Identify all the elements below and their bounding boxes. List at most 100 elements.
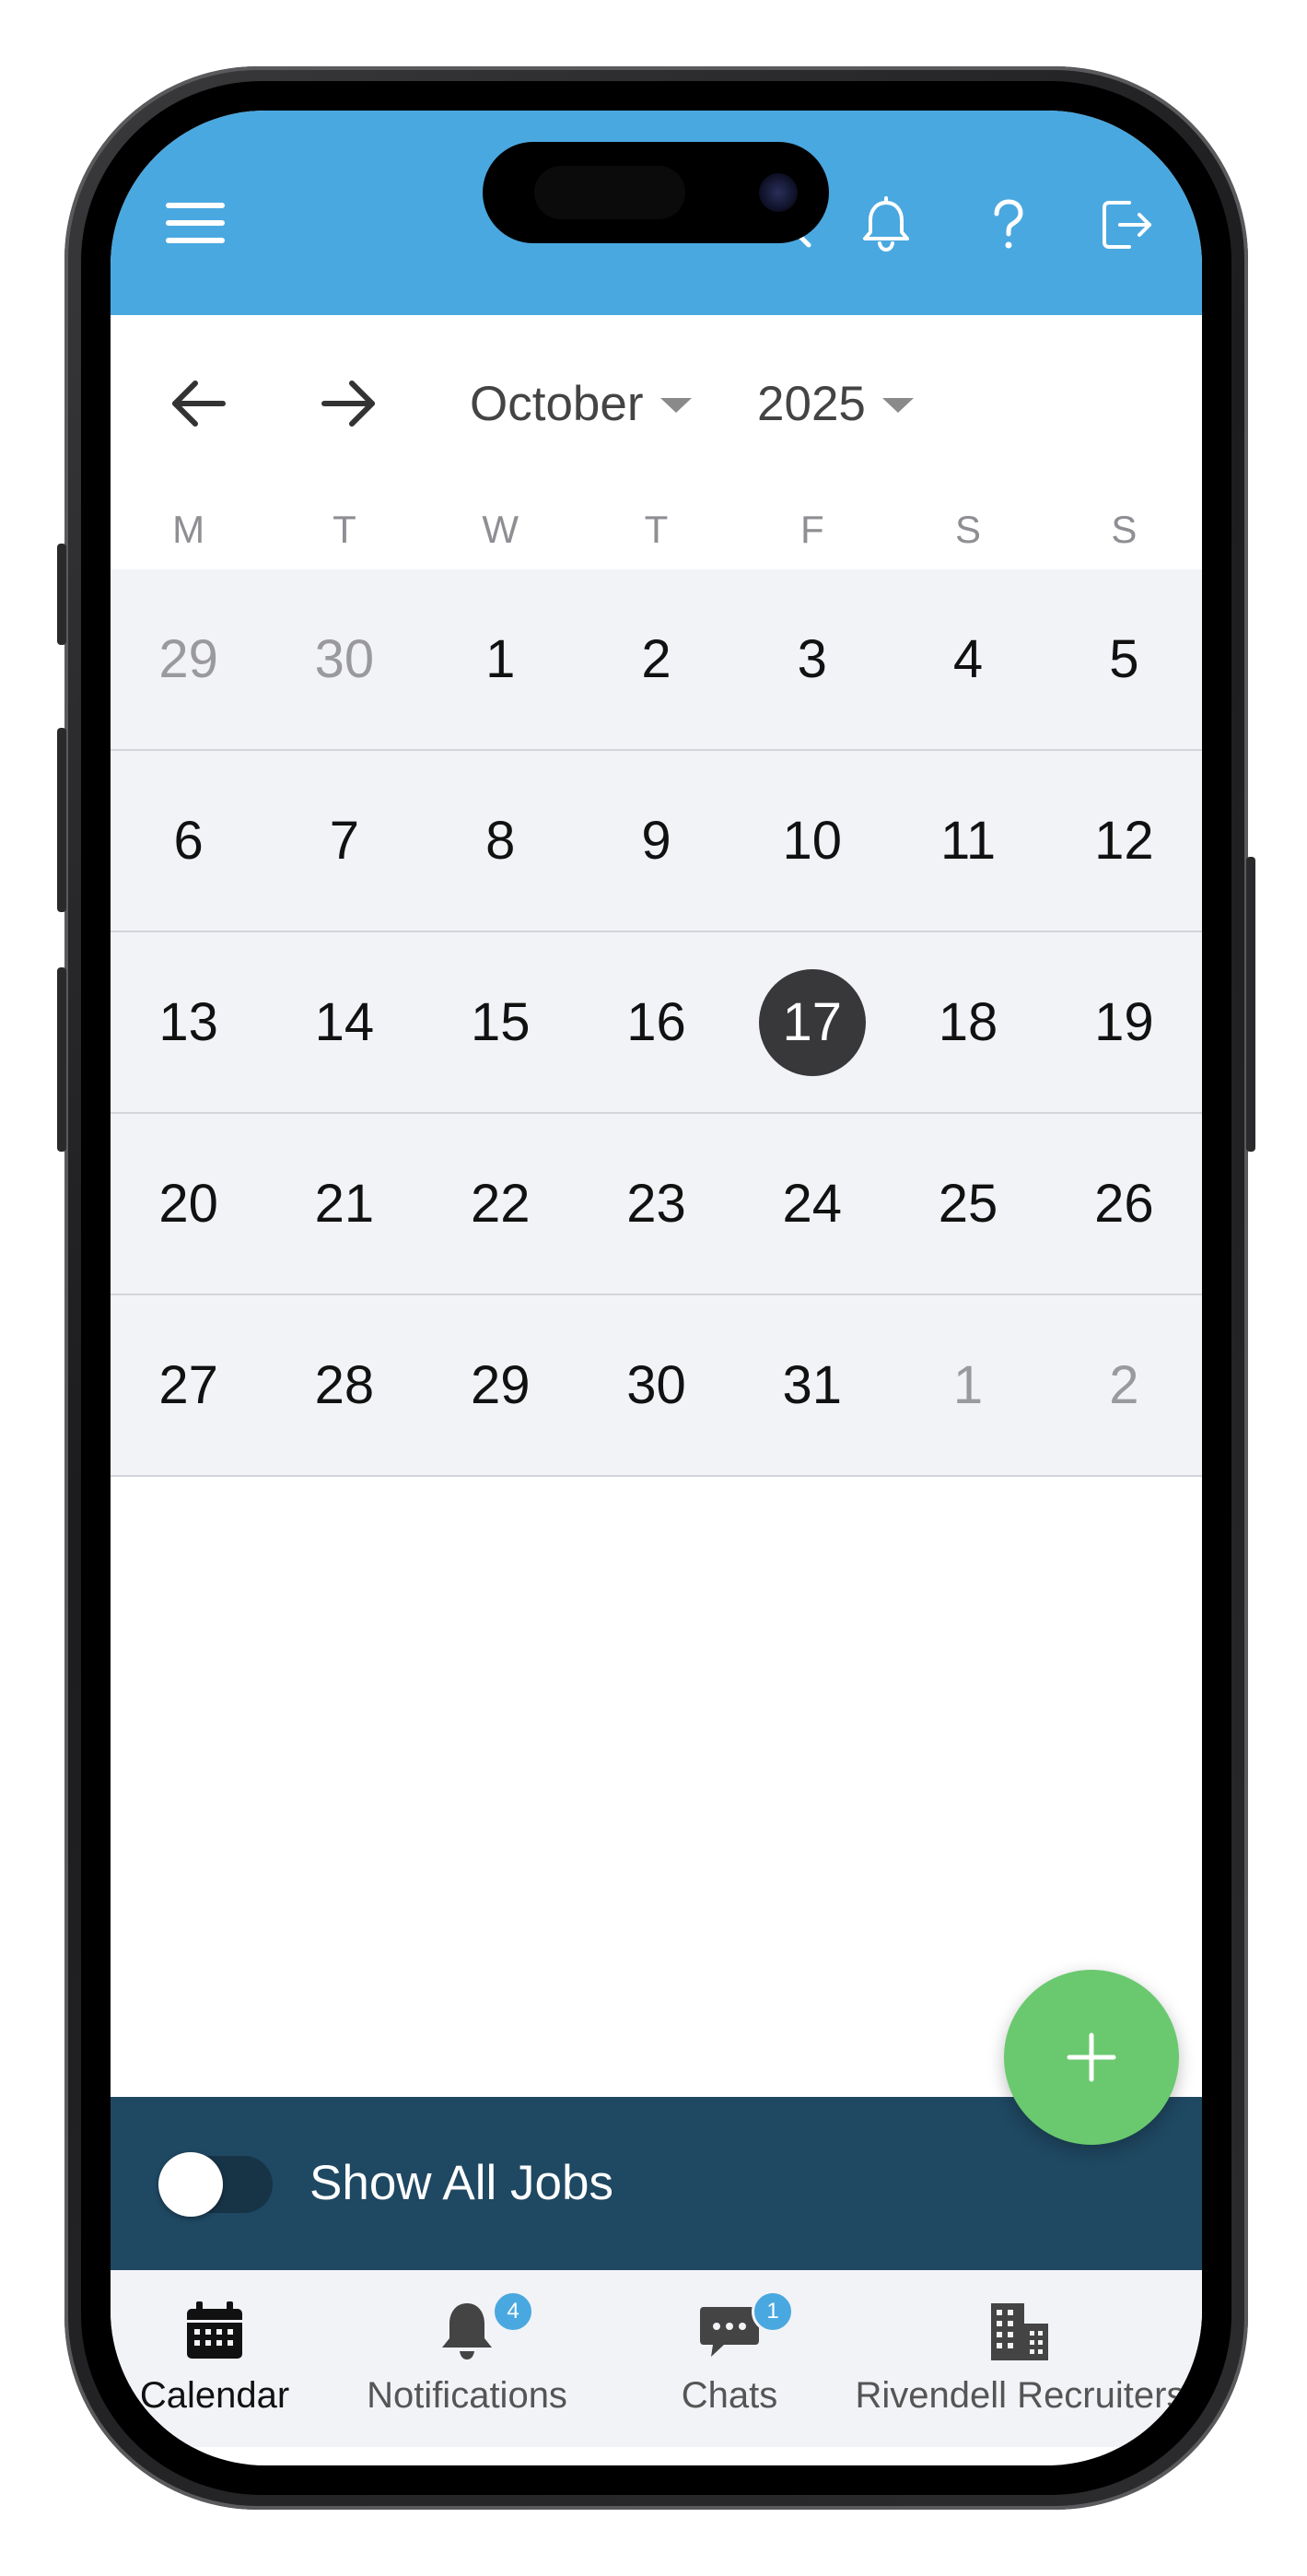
calendar-day[interactable]: 29 — [423, 1295, 578, 1475]
month-navigation: October 2025 — [111, 315, 1202, 490]
bell-icon — [442, 2303, 492, 2359]
day-number: 5 — [1109, 629, 1139, 689]
bell-icon[interactable] — [857, 195, 916, 254]
calendar-week-row: 6 7 8 9 10 11 12 — [111, 751, 1202, 932]
day-number: 1 — [485, 629, 516, 689]
app-header — [111, 111, 1202, 315]
day-number: 3 — [797, 629, 827, 689]
calendar-day[interactable]: 4 — [890, 569, 1045, 749]
day-number: 4 — [952, 629, 984, 689]
month-dropdown[interactable]: October — [470, 372, 692, 435]
tab-label: Rivendell Recruiters — [855, 2375, 1185, 2416]
day-number: 15 — [470, 992, 531, 1052]
camera-icon — [759, 173, 798, 212]
day-number: 20 — [158, 1174, 218, 1234]
calendar-day[interactable]: 20 — [111, 1114, 266, 1294]
calendar-day[interactable]: 31 — [734, 1295, 890, 1475]
bottom-tab-bar: Calendar 4 Notifications 1 Chats Rivende… — [111, 2270, 1202, 2447]
calendar-day[interactable]: 3 — [734, 569, 890, 749]
help-icon[interactable] — [978, 195, 1037, 254]
calendar-day[interactable]: 5 — [1046, 569, 1202, 749]
day-number: 24 — [782, 1174, 843, 1234]
calendar-day[interactable]: 12 — [1046, 751, 1202, 931]
calendar-day[interactable]: 19 — [1046, 932, 1202, 1112]
day-number: 1 — [952, 1355, 984, 1415]
island-sensor — [534, 166, 685, 219]
tab-calendar[interactable]: Calendar — [118, 2270, 311, 2447]
logout-icon[interactable] — [1098, 195, 1157, 254]
day-number: 28 — [314, 1355, 375, 1415]
calendar-day[interactable]: 1 — [890, 1295, 1045, 1475]
day-number: 25 — [938, 1174, 998, 1234]
calendar-day[interactable]: 15 — [423, 932, 578, 1112]
day-number: 16 — [626, 992, 686, 1052]
calendar-day[interactable]: 27 — [111, 1295, 266, 1475]
calendar-day[interactable]: 11 — [890, 751, 1045, 931]
calendar-day[interactable]: 29 — [111, 569, 266, 749]
calendar-day[interactable]: 9 — [578, 751, 734, 931]
calendar-week-row: 13 14 15 16 17 18 19 — [111, 932, 1202, 1114]
calendar-day[interactable]: 23 — [578, 1114, 734, 1294]
day-number: 18 — [938, 992, 998, 1052]
calendar-week-row: 27 28 29 30 31 1 2 — [111, 1295, 1202, 1477]
day-number: 27 — [158, 1355, 218, 1415]
calendar-day[interactable]: 30 — [578, 1295, 734, 1475]
calendar-day[interactable]: 8 — [423, 751, 578, 931]
year-dropdown[interactable]: 2025 — [757, 372, 914, 435]
day-number: 19 — [1094, 992, 1154, 1052]
day-number: 7 — [329, 811, 360, 871]
calendar-grid: 29 30 1 2 3 4 5 6 7 8 9 10 11 12 13 14 15 16 17 18 19 20 21 22 2… — [111, 569, 1202, 1477]
action-button — [57, 544, 66, 645]
calendar-day[interactable]: 30 — [266, 569, 422, 749]
arrow-left-icon[interactable] — [166, 370, 232, 437]
app-screen: October 2025 M T W T F S S 29 30 1 2 3 4 5 6 7 8 9… — [111, 111, 1202, 2465]
dynamic-island — [483, 142, 829, 243]
add-button[interactable] — [1004, 1970, 1179, 2145]
weekday-label: W — [482, 508, 519, 551]
day-number: 6 — [173, 811, 204, 871]
calendar-day[interactable]: 10 — [734, 751, 890, 931]
tab-label: Chats — [681, 2375, 778, 2416]
plus-icon — [1067, 2032, 1116, 2082]
notifications-badge: 4 — [492, 2290, 534, 2333]
calendar-day[interactable]: 28 — [266, 1295, 422, 1475]
day-number: 14 — [314, 992, 375, 1052]
calendar-day[interactable]: 6 — [111, 751, 266, 931]
caret-down-icon — [881, 398, 914, 413]
calendar-day[interactable]: 18 — [890, 932, 1045, 1112]
tab-rivendell-recruiters[interactable]: Rivendell Recruiters — [838, 2270, 1202, 2447]
calendar-day[interactable]: 7 — [266, 751, 422, 931]
day-number: 2 — [1109, 1355, 1139, 1415]
day-number: 2 — [641, 629, 671, 689]
volume-down-button — [57, 967, 66, 1152]
tab-notifications[interactable]: 4 Notifications — [352, 2270, 582, 2447]
tab-chats[interactable]: 1 Chats — [637, 2270, 822, 2447]
calendar-day[interactable]: 26 — [1046, 1114, 1202, 1294]
hamburger-icon[interactable] — [166, 203, 225, 251]
day-number: 10 — [782, 811, 843, 871]
calendar-day[interactable]: 14 — [266, 932, 422, 1112]
calendar-day-today[interactable]: 17 — [734, 932, 890, 1112]
weekday-label: M — [172, 508, 205, 551]
calendar-day[interactable]: 24 — [734, 1114, 890, 1294]
calendar-day[interactable]: 16 — [578, 932, 734, 1112]
day-number: 30 — [626, 1355, 686, 1415]
calendar-day[interactable]: 22 — [423, 1114, 578, 1294]
show-all-jobs-toggle[interactable] — [158, 2152, 273, 2217]
weekday-label: T — [333, 508, 356, 551]
calendar-day[interactable]: 13 — [111, 932, 266, 1112]
day-number: 29 — [158, 629, 218, 689]
calendar-day[interactable]: 2 — [1046, 1295, 1202, 1475]
calendar-day[interactable]: 2 — [578, 569, 734, 749]
day-number: 31 — [782, 1355, 843, 1415]
calendar-day[interactable]: 21 — [266, 1114, 422, 1294]
calendar-day[interactable]: 25 — [890, 1114, 1045, 1294]
day-number: 21 — [314, 1174, 375, 1234]
calendar-day[interactable]: 1 — [423, 569, 578, 749]
arrow-right-icon[interactable] — [315, 370, 381, 437]
calendar-week-row: 29 30 1 2 3 4 5 — [111, 569, 1202, 751]
tab-label: Notifications — [367, 2375, 567, 2416]
day-number: 23 — [626, 1174, 686, 1234]
day-number: 9 — [641, 811, 671, 871]
show-all-jobs-label: Show All Jobs — [309, 2156, 613, 2210]
